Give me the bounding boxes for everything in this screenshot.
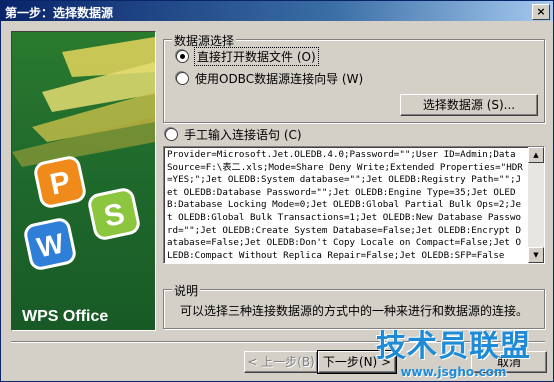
radio-manual-connection-dot[interactable] (165, 128, 178, 141)
connection-string-textarea[interactable]: Provider=Microsoft.Jet.OLEDB.4.0;Passwor… (163, 146, 545, 264)
watermark-text: 技术员联盟 (376, 329, 531, 364)
watermark-url: www.jsgho.com (400, 365, 507, 379)
close-button[interactable]: × (532, 4, 550, 20)
radio-odbc-wizard[interactable]: 使用ODBC数据源连接向导 (W) (176, 70, 363, 87)
radio-open-file-label: 直接打开数据文件 (O) (194, 47, 319, 66)
vertical-scrollbar[interactable]: ▲ ▼ (528, 147, 544, 263)
radio-odbc-wizard-label: 使用ODBC数据源连接向导 (W) (195, 72, 364, 86)
wizard-window: 第一步：选择数据源 × P S W WPS Office 数据源选择 直接打开数… (0, 0, 554, 382)
watermark: 技术员联盟 www.jsgho.com (376, 321, 531, 379)
connection-string-text: Provider=Microsoft.Jet.OLEDB.4.0;Passwor… (167, 149, 523, 261)
brand-label: WPS Office (22, 308, 109, 325)
radio-odbc-wizard-dot[interactable] (176, 72, 189, 85)
datasource-group-title: 数据源选择 (172, 32, 237, 49)
scroll-down-arrow-icon[interactable]: ▼ (528, 247, 544, 263)
window-title: 第一步：选择数据源 (5, 6, 114, 20)
radio-open-file[interactable]: 直接打开数据文件 (O) (176, 47, 319, 66)
radio-manual-connection-label: 手工输入连接语句 (C) (184, 128, 302, 142)
select-datasource-button[interactable]: 选择数据源 (S)... (400, 94, 538, 116)
scroll-up-arrow-icon[interactable]: ▲ (528, 147, 544, 163)
explanation-title: 说明 (172, 282, 201, 299)
explanation-text: 可以选择三种连接数据源的方式中的一种来进行和数据源的连接。 (180, 304, 529, 318)
wps-banner: P S W WPS Office (11, 31, 156, 331)
back-button[interactable]: < 上一步(B) (244, 351, 318, 373)
radio-open-file-dot[interactable] (176, 50, 189, 63)
datasource-group: 数据源选择 直接打开数据文件 (O) 使用ODBC数据源连接向导 (W) 选择数… (163, 32, 545, 123)
title-bar[interactable]: 第一步：选择数据源 × (1, 1, 553, 21)
wps-logo-graphic: P S W (12, 37, 155, 270)
radio-manual-connection[interactable]: 手工输入连接语句 (C) (165, 126, 302, 143)
